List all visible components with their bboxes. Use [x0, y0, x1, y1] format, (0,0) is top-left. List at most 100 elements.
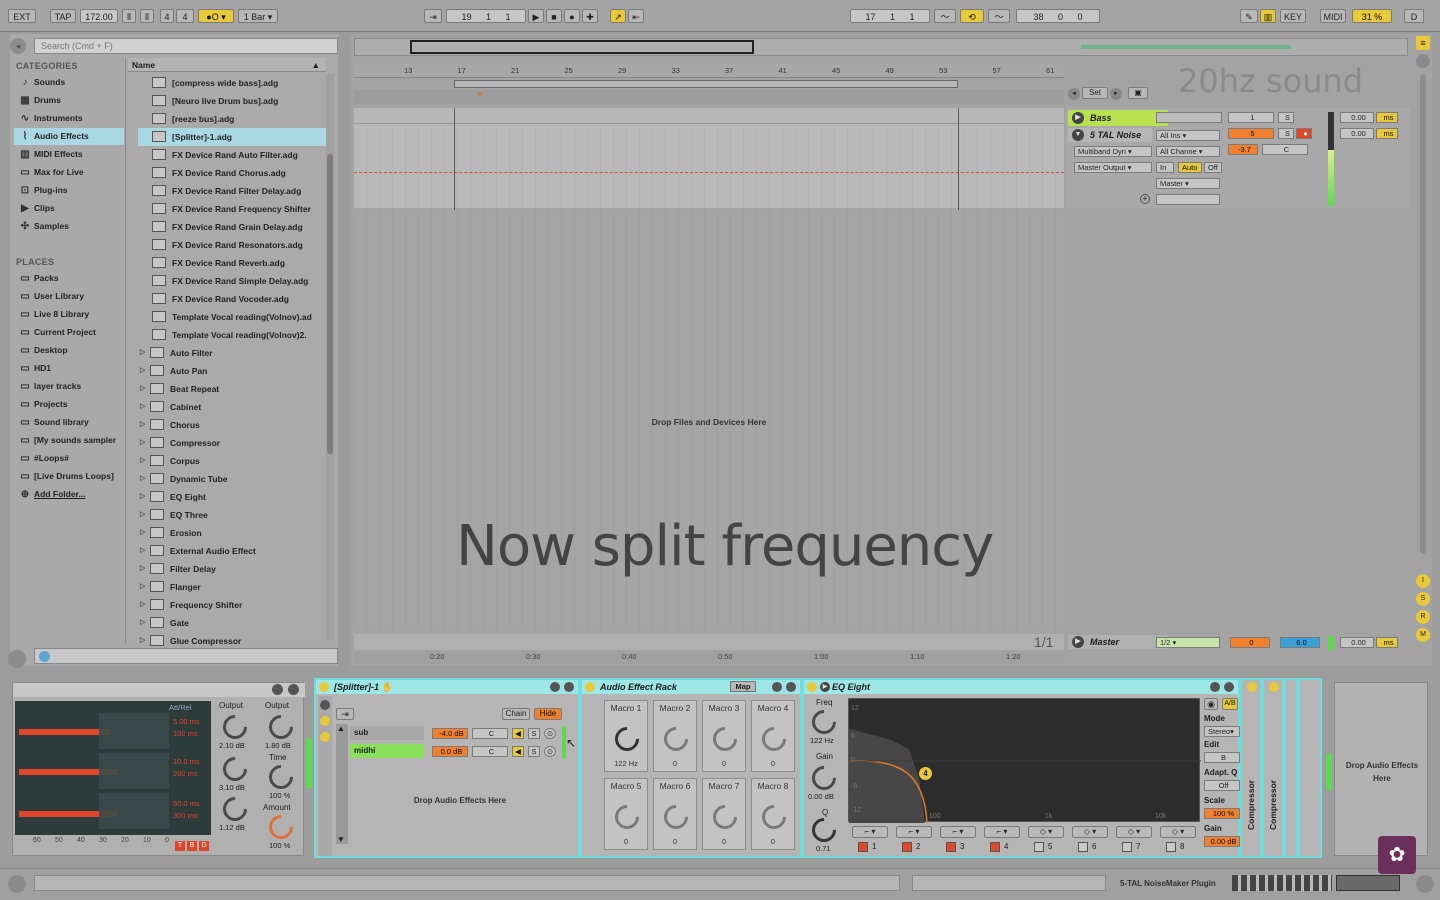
sub-solo-button[interactable]: S	[528, 728, 540, 739]
locator-marker-icon[interactable]: ▼	[476, 90, 484, 99]
macro-knob[interactable]	[610, 800, 644, 834]
band-on-toggle[interactable]	[1078, 842, 1088, 852]
high-output-knob[interactable]	[218, 710, 252, 744]
device-folder-item[interactable]: ▷ EQ Eight	[138, 488, 328, 506]
band-on-toggle[interactable]	[1122, 842, 1132, 852]
volume-field[interactable]: -3.7	[1228, 144, 1258, 155]
master-delay-unit[interactable]: ms	[1376, 637, 1398, 648]
place-item[interactable]: ▭ HD1	[14, 360, 124, 377]
device-activator-icon[interactable]	[319, 682, 329, 692]
edit-toggle[interactable]: B	[1204, 752, 1240, 763]
locator-lane[interactable]: ▼	[354, 90, 1064, 104]
place-item[interactable]: ▭ Desktop	[14, 342, 124, 359]
device-folder-item[interactable]: ▷ Dynamic Tube	[138, 470, 328, 488]
expand-arrow-icon[interactable]: ▷	[140, 362, 145, 380]
low-attack-value[interactable]: 50.0 ms	[173, 799, 200, 808]
overview-bar[interactable]	[354, 38, 1408, 56]
hot-swap-icon[interactable]	[272, 684, 283, 695]
preset-file-item[interactable]: [Neuro live Drum bus].adg	[138, 92, 328, 110]
prev-locator-icon[interactable]: ◂	[1068, 88, 1080, 100]
mid-output-knob[interactable]	[218, 752, 252, 786]
band-filter-type[interactable]: ◇ ▾	[1116, 826, 1152, 838]
band-on-toggle[interactable]	[1166, 842, 1176, 852]
master-track-header[interactable]: ▶ Master	[1068, 635, 1168, 649]
device-folder-item[interactable]: ▷ Beat Repeat	[138, 380, 328, 398]
set-locator-button[interactable]: Set	[1082, 87, 1108, 99]
drop-effects-area[interactable]: Drop Audio Effects Here	[1334, 682, 1428, 856]
save-preset-icon[interactable]	[564, 682, 574, 692]
ab-toggle[interactable]: A/B	[1222, 698, 1238, 710]
place-item[interactable]: ▭ [Live Drums Loops]	[14, 468, 124, 485]
save-preset-icon[interactable]	[1224, 682, 1234, 692]
duck-button[interactable]: D	[199, 841, 209, 851]
record-icon[interactable]: ●	[564, 9, 580, 23]
adapt-q-toggle[interactable]: Off	[1204, 780, 1240, 791]
band-on-toggle[interactable]	[902, 842, 912, 852]
band-filter-type[interactable]: ⌐ ▾	[940, 826, 976, 838]
device-folder-item[interactable]: ▷ Filter Delay	[138, 560, 328, 578]
gain-knob[interactable]	[807, 761, 841, 795]
expand-arrow-icon[interactable]: ▷	[140, 452, 145, 470]
macro-7[interactable]: Macro 7 0	[702, 778, 746, 850]
vertical-scrollbar[interactable]	[1420, 74, 1426, 554]
macro-knob[interactable]	[708, 800, 742, 834]
category-item[interactable]: ⌇ Audio Effects	[14, 128, 124, 145]
place-item[interactable]: ▭ Sound library	[14, 414, 124, 431]
category-item[interactable]: ✣ Samples	[14, 218, 124, 235]
output-channel-chooser[interactable]: Master ▾	[1156, 178, 1220, 189]
master-routing[interactable]: 1/2 ▾	[1156, 637, 1220, 648]
freq-knob[interactable]	[807, 705, 841, 739]
pan-field[interactable]: C	[1262, 144, 1308, 155]
overdub-icon[interactable]: ✚	[582, 9, 598, 23]
punch-in-icon[interactable]: 〜	[934, 9, 956, 23]
chain-button[interactable]: Chain	[502, 708, 530, 720]
midhi-volume[interactable]: 0.0 dB	[432, 746, 468, 757]
device-folder-item[interactable]: ▷ Gate	[138, 614, 328, 632]
lock-icon[interactable]: ▣	[1128, 87, 1148, 99]
master-output-knob[interactable]	[264, 710, 298, 744]
preset-file-item[interactable]: FX Device Rand Resonators.adg	[138, 236, 328, 254]
preset-file-item[interactable]: FX Device Rand Chorus.adg	[138, 164, 328, 182]
info-view-icon[interactable]	[8, 650, 26, 668]
device-overview[interactable]	[1232, 875, 1332, 891]
q-knob[interactable]	[807, 813, 841, 847]
time-ruler[interactable]: 0:20 0:30 0:40 0:50 1:00 1:10 1:20	[354, 652, 1064, 664]
mid-attack-value[interactable]: 10.0 ms	[173, 757, 200, 766]
band-on-toggle[interactable]	[946, 842, 956, 852]
preset-file-item[interactable]: FX Device Rand Reverb.adg	[138, 254, 328, 272]
song-position[interactable]: 19 1 1	[446, 9, 526, 23]
preset-file-item[interactable]: FX Device Rand Vocoder.adg	[138, 290, 328, 308]
scroll-down-icon[interactable]: ▼	[337, 835, 345, 844]
preset-file-item[interactable]: FX Device Rand Filter Delay.adg	[138, 182, 328, 200]
compressor-1-collapsed[interactable]: Compressor	[1240, 678, 1262, 858]
preview-bar[interactable]	[34, 648, 338, 664]
add-lane-icon[interactable]: +	[1140, 194, 1150, 204]
expand-arrow-icon[interactable]: ▷	[140, 524, 145, 542]
category-item[interactable]: ∿ Instruments	[14, 110, 124, 127]
hot-swap-icon[interactable]	[550, 682, 560, 692]
fold-icon[interactable]: ▶	[1072, 112, 1084, 124]
midhi-solo-button[interactable]: S	[528, 746, 540, 757]
expand-arrow-icon[interactable]: ▷	[140, 416, 145, 434]
back-to-arrangement-icon[interactable]: ⇤	[628, 9, 644, 23]
tal-delay-unit[interactable]: ms	[1376, 128, 1398, 139]
ext-sync-button[interactable]: EXT	[8, 9, 36, 23]
eq-title-bar[interactable]: EQ Eight ▶	[804, 680, 1238, 694]
master-delay-field[interactable]: 0.00	[1340, 637, 1374, 648]
macro-2[interactable]: Macro 2 0	[653, 700, 697, 772]
preset-file-item[interactable]: FX Device Rand Grain Delay.adg	[138, 218, 328, 236]
sub-hot-swap-icon[interactable]: ⊙	[544, 728, 556, 739]
expand-arrow-icon[interactable]: ▷	[140, 488, 145, 506]
macro-knob[interactable]	[610, 722, 644, 756]
low-output-knob[interactable]	[218, 792, 252, 826]
mid-release-value[interactable]: 200 ms	[173, 769, 198, 778]
expand-arrow-icon[interactable]: ▷	[140, 380, 145, 398]
splitter-title-bar[interactable]: [Splitter]-1 ✋	[316, 680, 578, 694]
midhi-speaker-icon[interactable]: ◀	[512, 746, 524, 757]
bass-io-field[interactable]	[1156, 112, 1222, 123]
below-button[interactable]: B	[187, 841, 197, 851]
tal-noise-track-activator[interactable]: 5	[1228, 128, 1274, 139]
device-activator-icon[interactable]	[1269, 682, 1279, 692]
category-item[interactable]: ♪ Sounds	[14, 74, 124, 91]
record-arm-icon[interactable]: ●	[1296, 128, 1312, 139]
